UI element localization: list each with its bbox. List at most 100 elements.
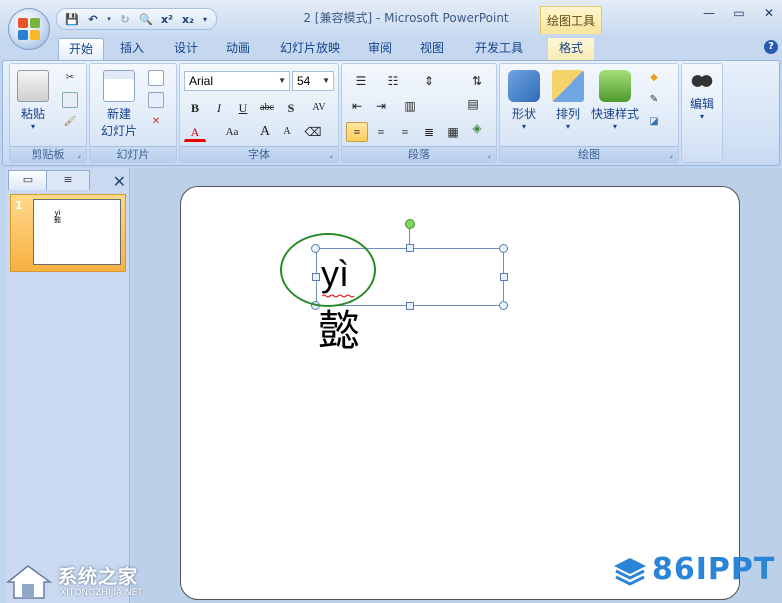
tab-developer[interactable]: 开发工具 xyxy=(468,38,530,60)
change-case-button[interactable]: Aa xyxy=(216,122,248,142)
office-logo-icon xyxy=(18,18,40,40)
maximize-button[interactable]: ▭ xyxy=(726,4,752,22)
font-launcher-icon[interactable]: ⌟ xyxy=(326,150,336,160)
font-group-label: 字体 xyxy=(180,146,338,162)
paste-icon xyxy=(17,70,49,102)
format-painter-icon[interactable]: 🖌 xyxy=(62,114,78,130)
shapes-icon xyxy=(508,70,540,102)
tab-view[interactable]: 视图 xyxy=(412,38,452,60)
watermark-right-text: 86IPPT xyxy=(652,552,776,587)
shapes-button[interactable]: 形状 ▾ xyxy=(504,70,544,131)
office-button[interactable] xyxy=(8,8,50,50)
close-pane-icon[interactable]: ✕ xyxy=(113,172,126,191)
resize-handle-t[interactable] xyxy=(406,244,414,252)
tab-slideshow[interactable]: 幻灯片放映 xyxy=(272,38,348,60)
align-center-icon[interactable]: ≡ xyxy=(370,122,392,142)
align-right-icon[interactable]: ≡ xyxy=(394,122,416,142)
align-text-icon[interactable]: ▤ xyxy=(462,94,484,114)
font-size-select[interactable]: 54 ▼ xyxy=(292,71,334,91)
ribbon-tabs: 开始 插入 设计 动画 幻灯片放映 审阅 视图 开发工具 格式 xyxy=(0,36,782,60)
slide-thumbnail-preview: yì 懿 xyxy=(33,199,121,265)
shadow-button[interactable]: S xyxy=(280,98,302,118)
close-button[interactable]: ✕ xyxy=(756,4,782,22)
resize-handle-tr[interactable] xyxy=(499,244,508,253)
drawing-launcher-icon[interactable]: ⌟ xyxy=(666,150,676,160)
watermark-left-text: 系统之家 xyxy=(58,566,139,588)
annotation-circle xyxy=(280,233,376,307)
arrange-button[interactable]: 排列 ▾ xyxy=(548,70,588,131)
group-editing: 编辑 ▾ xyxy=(681,63,723,163)
font-name-select[interactable]: Arial ▼ xyxy=(184,71,290,91)
smartart-icon[interactable]: ◈ xyxy=(466,118,488,138)
justify-icon[interactable]: ≣ xyxy=(418,122,440,142)
paste-button[interactable]: 粘贴 ▾ xyxy=(16,70,50,131)
font-color-button[interactable]: A xyxy=(184,122,206,142)
delete-slide-icon[interactable]: ✕ xyxy=(148,114,164,130)
numbering-icon[interactable]: ☷ xyxy=(378,71,408,91)
paragraph-group-label: 段落 xyxy=(342,146,496,162)
resize-handle-br[interactable] xyxy=(499,301,508,310)
chinese-character-text[interactable]: 懿 xyxy=(318,306,360,356)
layers-logo-icon xyxy=(614,558,646,586)
group-font: Arial ▼ 54 ▼ B I U abc S AV A Aa A A ⌫ 字体 … xyxy=(179,63,339,163)
bold-button[interactable]: B xyxy=(184,98,206,118)
binoculars-icon xyxy=(691,70,713,92)
rotation-handle[interactable] xyxy=(405,219,415,229)
text-direction-icon[interactable]: ⇅ xyxy=(462,71,492,91)
paragraph-launcher-icon[interactable]: ⌟ xyxy=(484,150,494,160)
decrease-indent-icon[interactable]: ⇤ xyxy=(346,96,368,116)
slide-thumbnail-1[interactable]: 1 yì 懿 xyxy=(10,194,126,272)
outline-tab[interactable]: ≡ xyxy=(46,170,90,190)
watermark-xitongzhijia: 系统之家 XITONGZHIJIA.NET xyxy=(4,560,184,602)
bullets-icon[interactable]: ☰ xyxy=(346,71,376,91)
increase-indent-icon[interactable]: ⇥ xyxy=(370,96,392,116)
shrink-font-button[interactable]: A xyxy=(276,122,298,142)
strikethrough-button[interactable]: abc xyxy=(256,98,278,118)
quick-styles-button[interactable]: 快速样式 ▾ xyxy=(590,70,640,131)
new-slide-icon xyxy=(103,70,135,102)
slides-group-label: 幻灯片 xyxy=(90,146,176,162)
new-slide-button[interactable]: 新建 幻灯片 xyxy=(94,70,144,139)
resize-handle-r[interactable] xyxy=(500,273,508,281)
clear-formatting-icon[interactable]: ⌫ xyxy=(302,122,324,142)
arrange-icon xyxy=(552,70,584,102)
drawing-group-label: 绘图 xyxy=(500,146,678,162)
watermark-left-url: XITONGZHIJIA.NET xyxy=(60,588,143,598)
tab-animations[interactable]: 动画 xyxy=(216,38,260,60)
tab-insert[interactable]: 插入 xyxy=(110,38,154,60)
align-left-icon[interactable]: ≡ xyxy=(346,122,368,142)
clipboard-launcher-icon[interactable]: ⌟ xyxy=(74,150,84,160)
italic-button[interactable]: I xyxy=(208,98,230,118)
layout-icon[interactable] xyxy=(148,70,164,86)
shape-fill-icon[interactable]: ◆ xyxy=(646,70,662,86)
copy-icon[interactable] xyxy=(62,92,78,108)
grow-font-button[interactable]: A xyxy=(254,122,276,142)
tab-design[interactable]: 设计 xyxy=(164,38,208,60)
tab-review[interactable]: 审阅 xyxy=(360,38,400,60)
tab-home[interactable]: 开始 xyxy=(58,38,104,60)
reset-icon[interactable] xyxy=(148,92,164,108)
minimize-button[interactable]: — xyxy=(696,4,722,22)
shape-effects-icon[interactable]: ◪ xyxy=(646,114,662,130)
columns-icon[interactable]: ▥ xyxy=(396,96,424,116)
line-spacing-icon[interactable]: ⇕ xyxy=(414,71,444,91)
tab-format[interactable]: 格式 xyxy=(548,38,594,60)
house-logo-icon xyxy=(5,565,53,599)
watermark-86ippt: 86IPPT xyxy=(612,552,780,588)
window-title: 2 [兼容模式] - Microsoft PowerPoint xyxy=(303,11,509,25)
char-spacing-button[interactable]: AV xyxy=(304,98,334,118)
slide-number: 1 xyxy=(15,199,23,212)
slides-tab[interactable]: ▭ xyxy=(8,170,48,190)
distributed-icon[interactable]: ▦ xyxy=(442,122,464,142)
underline-button[interactable]: U xyxy=(232,98,254,118)
cut-icon[interactable]: ✂ xyxy=(62,70,78,86)
help-icon[interactable]: ? xyxy=(764,40,778,54)
group-clipboard: 粘贴 ▾ ✂ 🖌 剪贴板 ⌟ xyxy=(9,63,87,163)
title-bar: 💾 ↶ ▾ ↻ 🔍 x² x₂ ▾ 2 [兼容模式] - Microsoft P… xyxy=(0,0,782,36)
context-tab-title: 绘图工具 xyxy=(540,6,602,34)
quick-styles-icon xyxy=(599,70,631,102)
group-drawing: 形状 ▾ 排列 ▾ 快速样式 ▾ ◆ ✎ ◪ 绘图 ⌟ xyxy=(499,63,679,163)
shape-outline-icon[interactable]: ✎ xyxy=(646,92,662,108)
resize-handle-b[interactable] xyxy=(406,302,414,310)
editing-button[interactable]: 编辑 ▾ xyxy=(684,70,720,121)
